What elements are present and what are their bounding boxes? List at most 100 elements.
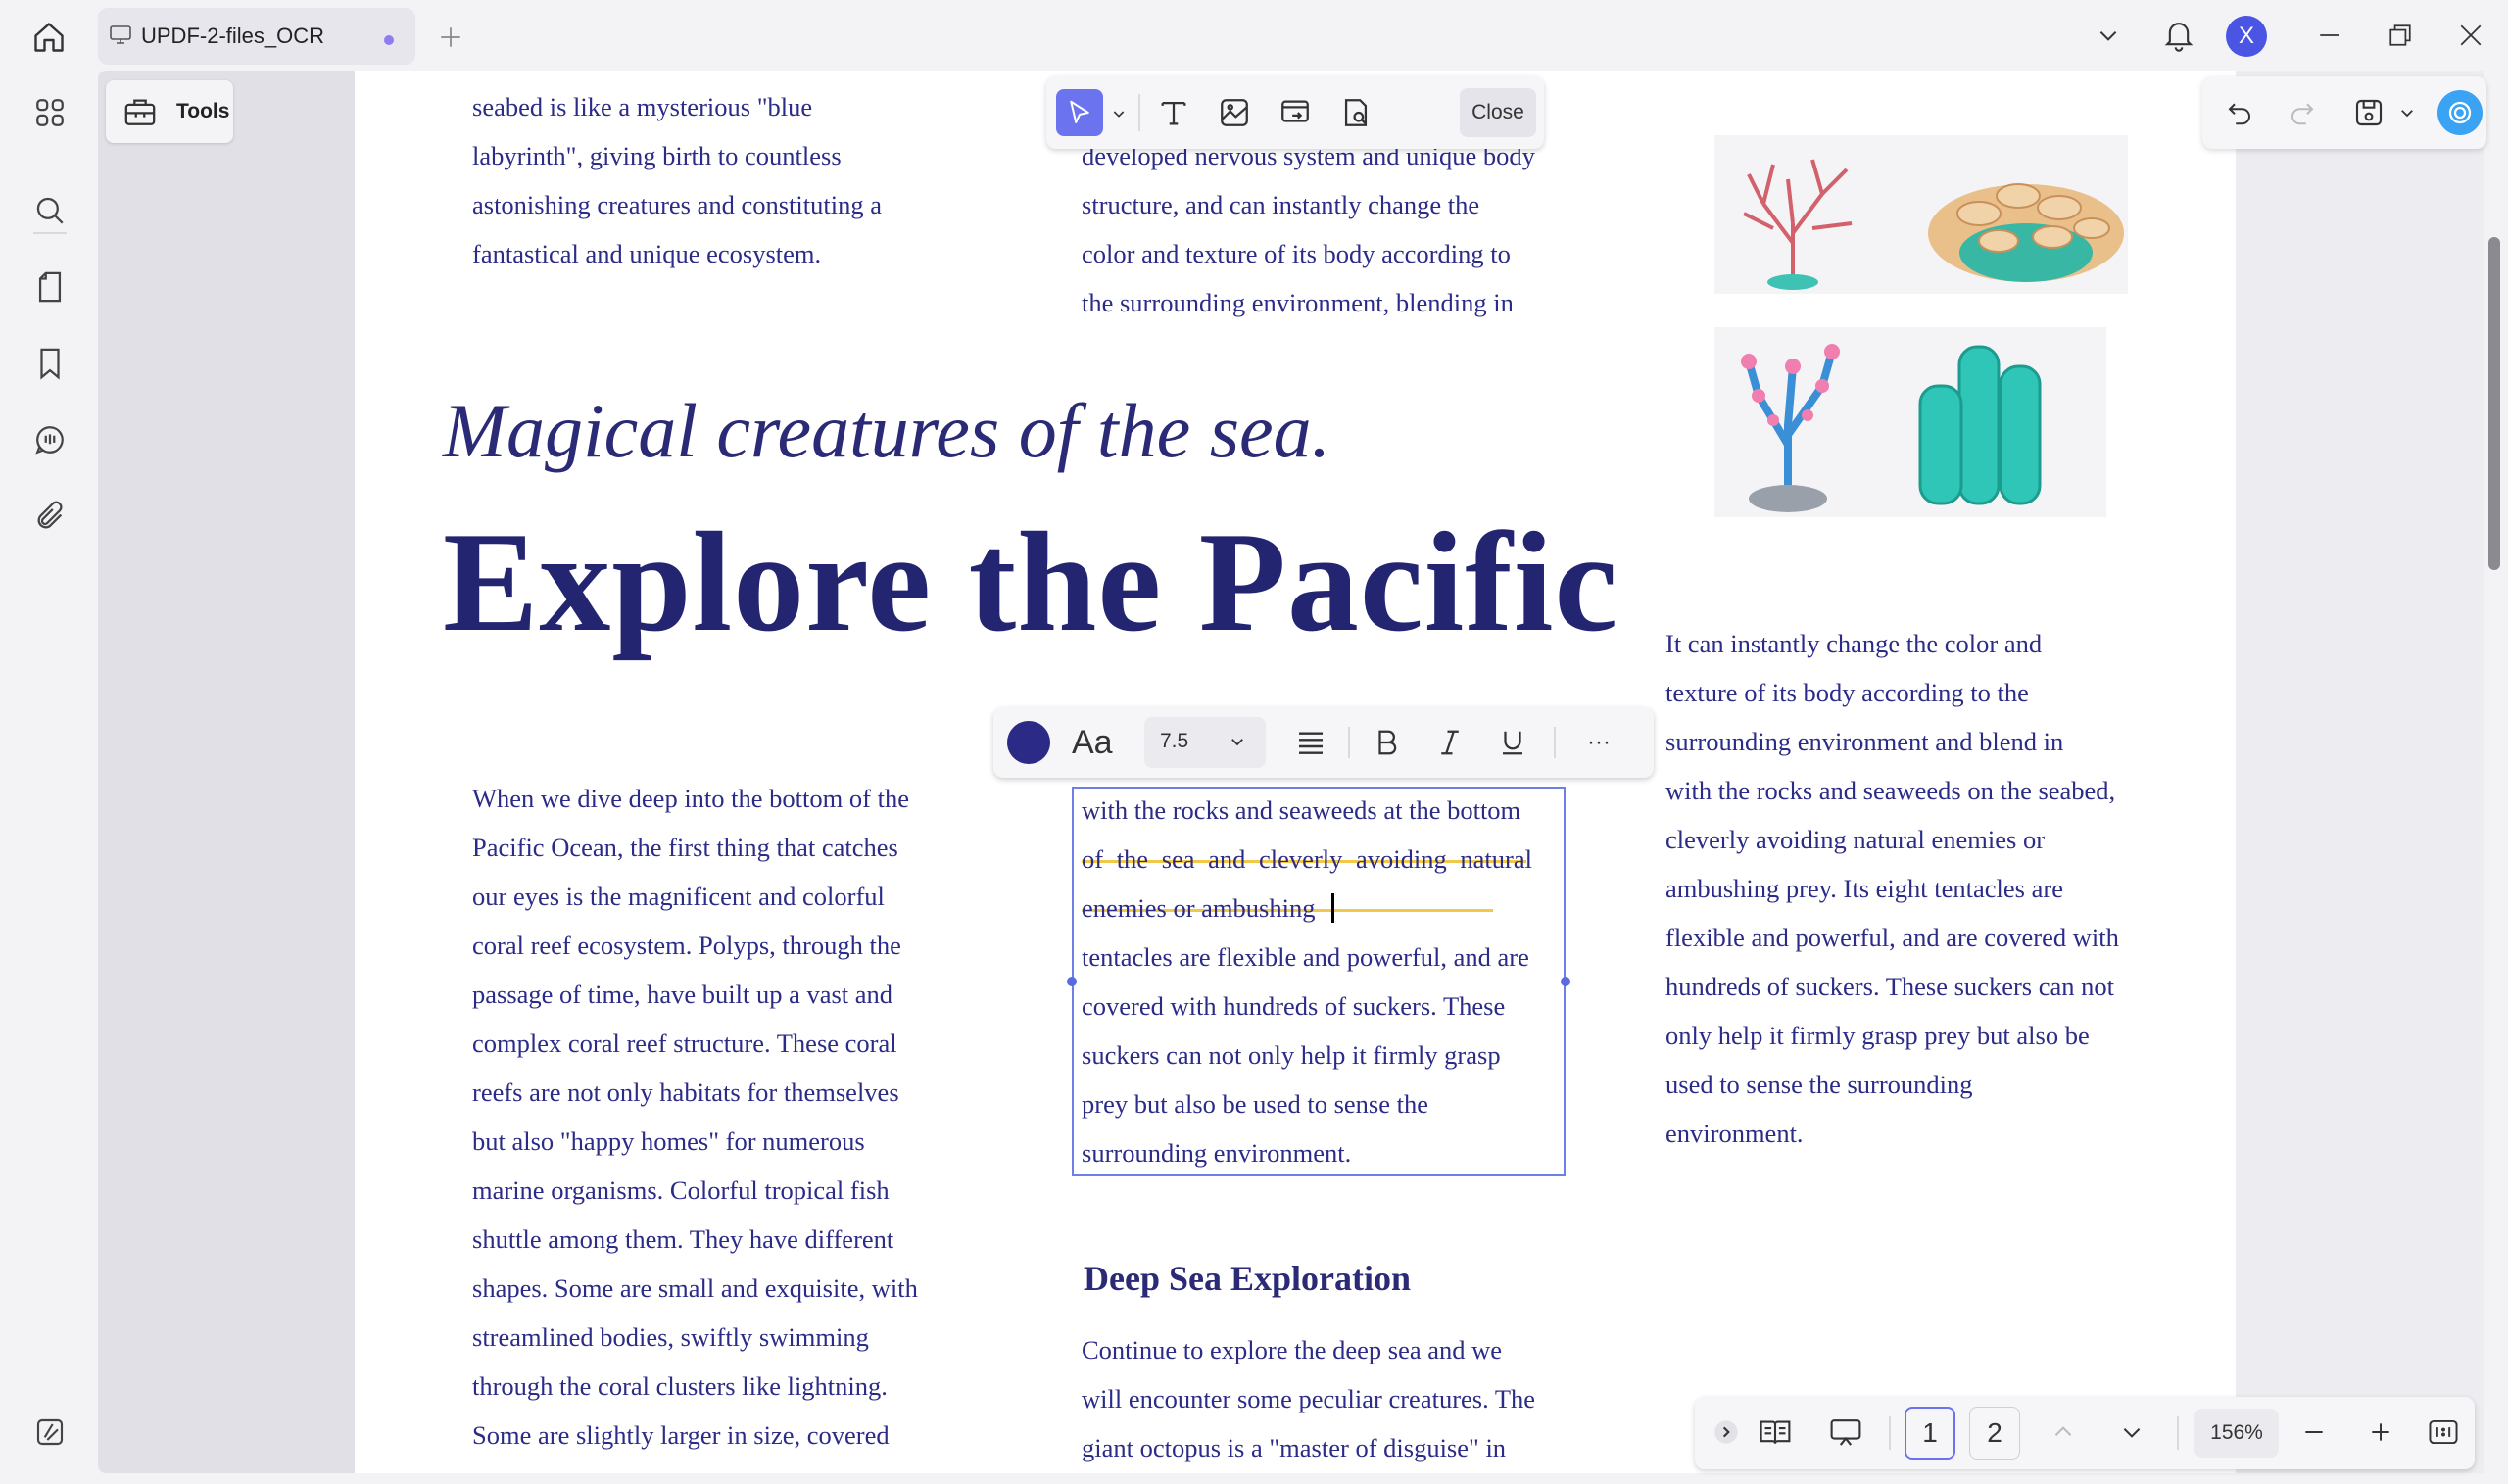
toolbar-divider [1138, 94, 1140, 131]
add-image-icon[interactable] [1211, 89, 1258, 136]
minimize-icon[interactable] [2308, 16, 2351, 55]
page-gutter [2236, 71, 2484, 1473]
add-text-icon[interactable] [1150, 89, 1197, 136]
text-line: of the sea and cleverly avoiding natural [1082, 844, 1532, 874]
pages-icon[interactable] [25, 263, 74, 311]
expand-arrow-icon[interactable] [1703, 1409, 1750, 1456]
text-line: texture of its body according to the [1665, 678, 2029, 707]
text-line: only help it firmly grasp prey but also … [1665, 1021, 2090, 1050]
text-line: It can instantly change the color and [1665, 629, 2043, 658]
home-icon[interactable] [25, 14, 72, 61]
text-line: shapes. Some are small and exquisite, wi… [472, 1273, 918, 1303]
text-line: shuttle among them. They have different [472, 1224, 894, 1254]
text-format-toolbar: Aa 7.5 ··· [993, 707, 1654, 778]
text-line: coral reef ecosystem. Polyps, through th… [472, 931, 901, 960]
add-link-icon[interactable] [1272, 89, 1319, 136]
deep-sea-paragraph: Continue to explore the deep sea and we … [1082, 1325, 1535, 1472]
left-column-paragraph: When we dive deep into the bottom of the… [472, 774, 918, 1460]
bell-icon[interactable] [2159, 14, 2198, 57]
actual-size-icon[interactable] [2420, 1409, 2467, 1456]
select-cursor-icon[interactable] [1056, 89, 1103, 136]
top-middle-paragraph: developed nervous system and unique body… [1082, 131, 1535, 327]
text-line: fantastical and unique ecosystem. [472, 239, 822, 268]
vertical-scrollbar[interactable] [2484, 71, 2508, 1484]
left-rail [0, 71, 98, 1484]
chevron-down-icon [1229, 733, 1246, 750]
new-tab-plus-icon[interactable] [433, 20, 468, 55]
zoom-in-icon[interactable] [2357, 1409, 2404, 1456]
font-picker-button[interactable]: Aa [1072, 721, 1123, 764]
text-line: labyrinth", giving birth to countless [472, 141, 842, 170]
close-window-icon[interactable] [2449, 16, 2492, 55]
tab-title: UPDF-2-files_OCR [141, 24, 325, 48]
document-tab[interactable]: UPDF-2-files_OCR [98, 8, 415, 65]
text-line: prey but also be used to sense the [1082, 1089, 1428, 1119]
toolbar-divider [1348, 727, 1350, 758]
text-line: with the rocks and seaweeds at the botto… [1082, 795, 1521, 825]
text-line: Some are slightly larger in size, covere… [472, 1420, 890, 1450]
chevron-down-icon[interactable] [2089, 16, 2128, 55]
text-line: surrounding environment. [1082, 1138, 1352, 1168]
chevron-down-icon[interactable] [2108, 1409, 2155, 1456]
text-line: color and texture of its body according … [1082, 239, 1511, 268]
chevron-down-icon[interactable] [1109, 104, 1129, 123]
paperclip-icon[interactable] [25, 492, 74, 541]
underline-icon[interactable] [1489, 719, 1536, 766]
resize-handle-left[interactable] [1067, 977, 1077, 986]
restore-icon[interactable] [2379, 16, 2422, 55]
comment-icon[interactable] [25, 415, 74, 464]
chevron-up-icon[interactable] [2040, 1409, 2087, 1456]
save-icon[interactable] [2345, 89, 2392, 136]
text-line: ambushing prey. Its eight tentacles are [1665, 874, 2063, 903]
close-edit-button[interactable]: Close [1460, 88, 1536, 137]
text-color-swatch[interactable] [1007, 721, 1050, 764]
page-navigation-bar: 1 2 156% [1695, 1397, 2475, 1469]
ai-assistant-icon[interactable] [2437, 90, 2483, 135]
text-line: our eyes is the magnificent and colorful [472, 882, 885, 911]
text-line: flexible and powerful, and are covered w… [1665, 923, 2119, 952]
scrollbar-thumb[interactable] [2488, 237, 2500, 570]
undo-icon[interactable] [2216, 89, 2263, 136]
text-line: with the rocks and seaweeds on the seabe… [1665, 776, 2116, 805]
edit-box-paragraph[interactable]: with the rocks and seaweeds at the botto… [1082, 786, 1532, 1177]
theme-icon[interactable] [25, 1408, 74, 1457]
apps-grid-icon[interactable] [25, 88, 74, 137]
presentation-icon[interactable] [1822, 1409, 1869, 1456]
more-options-button[interactable]: ··· [1575, 719, 1622, 766]
text-line: suckers can not only help it firmly gras… [1082, 1040, 1501, 1070]
text-line: enemies or ambushing [1082, 893, 1316, 923]
text-line: but also "happy homes" for numerous [472, 1126, 865, 1156]
tools-panel: Tools [98, 71, 355, 1473]
watermark-icon[interactable] [1332, 89, 1379, 136]
title-bar: UPDF-2-files_OCR X [0, 0, 2508, 71]
text-line: through the coral clusters like lightnin… [472, 1371, 888, 1401]
reading-mode-icon[interactable] [1752, 1409, 1799, 1456]
page-number-next[interactable]: 2 [1969, 1407, 2020, 1460]
chevron-down-icon[interactable] [2398, 104, 2416, 121]
font-size-select[interactable]: 7.5 [1144, 717, 1266, 768]
text-line: marine organisms. Colorful tropical fish [472, 1175, 890, 1205]
edit-toolbar: Close [1046, 76, 1544, 149]
redo-icon[interactable] [2279, 89, 2326, 136]
zoom-out-icon[interactable] [2291, 1409, 2338, 1456]
zoom-level[interactable]: 156% [2194, 1409, 2279, 1458]
section-heading: Deep Sea Exploration [1084, 1259, 1412, 1298]
search-icon[interactable] [25, 186, 74, 235]
italic-icon[interactable] [1426, 719, 1473, 766]
text-line: will encounter some peculiar creatures. … [1082, 1384, 1536, 1413]
page-number-current[interactable]: 1 [1905, 1407, 1955, 1460]
text-line: tentacles are flexible and powerful, and… [1082, 942, 1529, 972]
text-line: astonishing creatures and constituting a [472, 190, 883, 219]
tools-button[interactable]: Tools [106, 80, 233, 143]
bold-icon[interactable] [1364, 719, 1411, 766]
bookmark-icon[interactable] [25, 339, 74, 388]
text-line: the surrounding environment, blending in [1082, 288, 1514, 317]
avatar[interactable]: X [2226, 16, 2267, 57]
text-line: hundreds of suckers. These suckers can n… [1665, 972, 2114, 1001]
align-icon[interactable] [1287, 719, 1334, 766]
resize-handle-right[interactable] [1561, 977, 1570, 986]
text-line: Continue to explore the deep sea and we [1082, 1335, 1503, 1364]
headline: Explore the Pacific [443, 503, 1619, 661]
text-cursor [1331, 893, 1334, 923]
top-left-paragraph: seabed is like a mysterious "blue labyri… [472, 82, 882, 278]
